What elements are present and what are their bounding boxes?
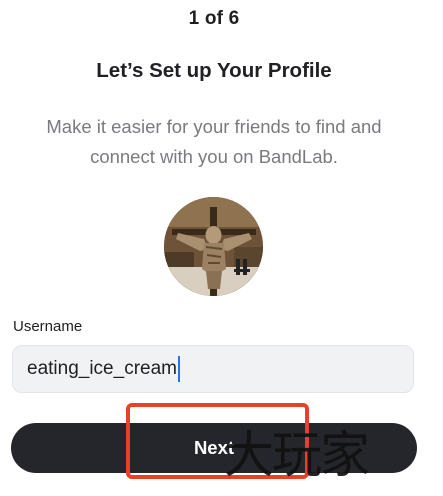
page-subtitle: Make it easier for your friends to find … [46, 116, 382, 167]
username-label: Username [13, 318, 83, 335]
username-input[interactable]: eating_ice_cream [12, 345, 414, 393]
step-indicator: 1 of 6 [188, 8, 240, 29]
profile-setup-screen: 1 of 6 Let’s Set up Your Profile Make it… [0, 0, 443, 496]
watermark-logo: 大玩家 [224, 426, 370, 484]
profile-avatar[interactable] [164, 197, 263, 296]
page-title: Let’s Set up Your Profile [96, 59, 332, 82]
avatar-image [164, 197, 263, 296]
username-value[interactable]: eating_ice_cream [27, 358, 177, 380]
text-caret [177, 356, 180, 382]
